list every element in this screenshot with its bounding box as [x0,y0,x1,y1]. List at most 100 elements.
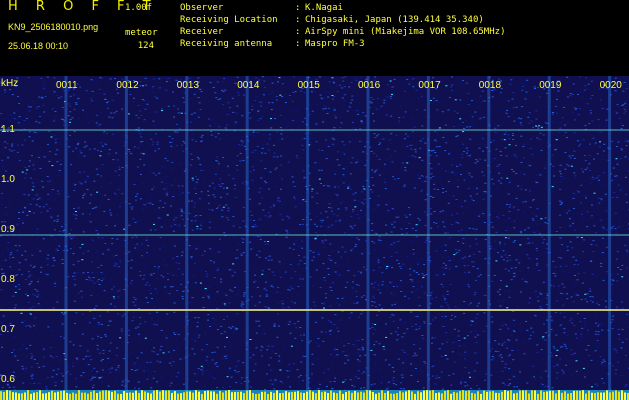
noise-floor-bar [546,391,548,400]
noise-floor-bar [0,391,2,400]
noise-floor-bar [561,392,563,400]
x-tick-label: 0020 [599,80,622,91]
noise-floor-bar [474,393,476,400]
info-value: Maspro FM-3 [305,39,365,49]
noise-floor-bar [126,392,128,400]
noise-floor-bar [393,393,395,400]
noise-floor-bar [114,390,116,400]
noise-floor-bar [288,392,290,400]
noise-floor-bar [525,390,527,400]
noise-floor-bar [387,391,389,400]
noise-floor-bar [615,390,617,400]
y-axis-label: kHz [1,78,19,89]
noise-floor-bar [477,391,479,400]
noise-floor-bar [465,391,467,400]
noise-floor-bar [282,392,284,400]
spectrogram-svg [0,76,629,400]
version-label: 1.00f [125,3,153,13]
noise-floor-bar [309,390,311,400]
timestamp-label: 25.06.18 00:10 [8,41,69,51]
noise-floor-bar [57,391,59,400]
noise-floor-bar [405,391,407,400]
x-tick-label: 0011 [56,80,78,91]
x-tick-label: 0013 [176,80,200,91]
noise-floor-bar [597,392,599,400]
info-label: Receiver [180,27,224,37]
noise-floor-bar [15,392,17,400]
noise-floor-bar [585,393,587,400]
noise-floor-bar [537,393,539,400]
noise-floor-bar [270,391,272,400]
noise-floor-bar [456,392,458,400]
noise-floor-bar [294,391,296,400]
noise-floor-bar [96,393,98,400]
noise-floor-bar [177,393,179,400]
noise-floor-bar [504,390,506,400]
noise-floor-bar [333,392,335,400]
noise-floor-bar [147,392,149,400]
noise-floor-bar [372,392,374,400]
noise-floor-bar [327,392,329,400]
noise-floor-bar [459,391,461,400]
noise-floor-bar [258,393,260,400]
noise-floor-bar [549,390,551,400]
info-value: Chigasaki, Japan (139.414 35.340) [305,15,484,25]
noise-floor-bar [324,391,326,400]
noise-floor-bar [132,392,134,400]
noise-floor-bar [432,390,434,400]
noise-floor-bar [579,390,581,400]
x-tick-label: 0015 [297,80,320,91]
noise-floor-bar [558,390,560,400]
info-separator: : [295,27,301,37]
noise-floor-bar [345,392,347,400]
noise-floor-bar [174,391,176,400]
noise-floor-bar [594,392,596,400]
noise-floor-bar [18,393,20,400]
noise-floor-bar [369,390,371,400]
noise-floor-bar [252,392,254,400]
noise-floor-bar [192,392,194,400]
noise-floor-bar [609,392,611,400]
noise-floor-bar [576,390,578,400]
noise-floor-bar [51,390,53,400]
noise-floor-bar [255,393,257,400]
noise-floor-bar [138,392,140,400]
noise-floor-bar [117,393,119,400]
noise-floor-bar [618,391,620,400]
noise-floor-bar [144,391,146,400]
noise-floor-bar [330,390,332,400]
noise-floor-bar [297,391,299,400]
noise-floor-bar [168,390,170,400]
meteor-label: meteor [125,28,158,38]
noise-floor-bar [84,392,86,400]
x-tick-label: 0019 [539,80,562,91]
noise-floor-bar [339,390,341,400]
noise-floor-bar [363,392,365,400]
noise-floor-bar [171,393,173,400]
noise-floor-bar [159,391,161,400]
info-value: K.Nagai [305,3,343,13]
noise-floor-bar [351,393,353,400]
noise-floor-bar [402,392,404,400]
noise-floor-bar [66,392,68,400]
noise-floor-bar [540,390,542,400]
noise-floor-bar [90,391,92,400]
noise-floor-bar [483,390,485,400]
noise-floor-bar [420,392,422,400]
noise-floor-bar [6,390,8,400]
noise-floor-bar [9,390,11,400]
noise-floor-bar [93,390,95,400]
noise-floor-bar [231,392,233,400]
noise-floor-bar [264,391,266,400]
noise-floor-bar [507,391,509,400]
noise-floor-bar [210,391,212,400]
header: H R O F F T 1.00f KN9_2506180010.png met… [0,0,629,76]
noise-floor-bar [519,390,521,400]
noise-floor-bar [45,393,47,400]
noise-floor-bar [429,390,431,400]
noise-floor-bar [261,391,263,400]
noise-floor-bar [516,392,518,400]
noise-floor-bar [513,393,515,400]
x-tick-label: 0014 [237,80,260,91]
noise-floor-bar [390,393,392,400]
